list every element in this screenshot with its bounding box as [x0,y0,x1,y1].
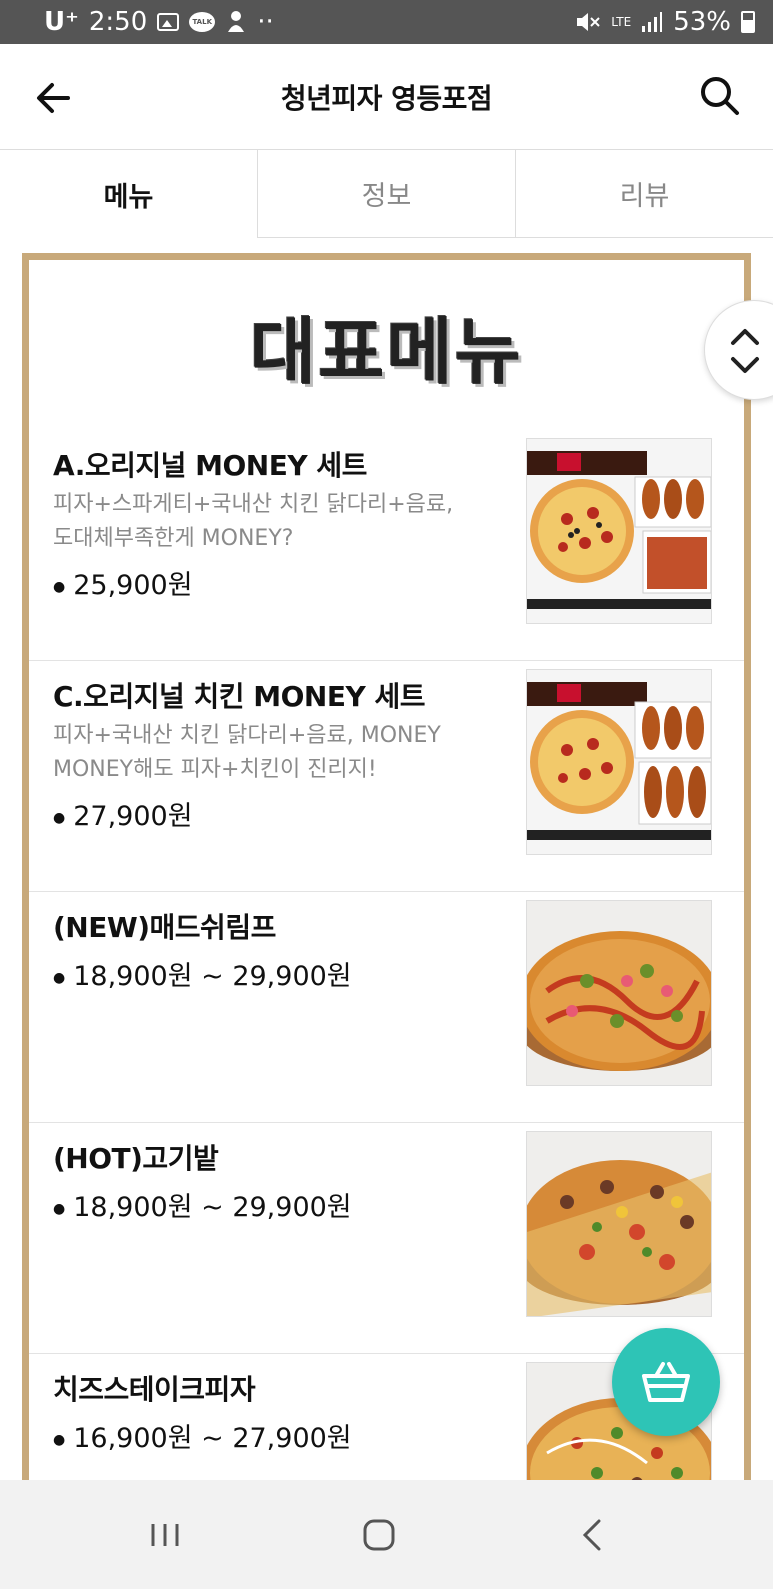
menu-item-price: ● 27,900원 [53,801,193,832]
menu-item-name: 치즈스테이크피자 [53,1373,256,1406]
menu-item-name: A.오리지널 MONEY 세트 [53,449,367,482]
menu-item-description-line: 피자+스파게티+국내산 치킨 닭다리+음료, [53,492,454,517]
battery-percent: 53% [673,7,731,37]
home-icon [363,1519,395,1551]
menu-item-price-value: 25,900원 [73,570,193,601]
meat-pizza-image [527,1132,711,1316]
shrimp-pizza-image [527,901,711,1085]
menu-item-price-value: 18,900원 ~ 29,900원 [73,1192,352,1223]
back-button[interactable] [30,74,78,122]
app-header: 청년피자 영등포점 [0,44,773,149]
menu-item-price-value: 16,900원 ~ 27,900원 [73,1423,352,1454]
menu-item-price: ● 25,900원 [53,570,193,601]
network-type: LTE [611,15,632,29]
menu-item-image [526,438,712,624]
menu-item-price: ● 18,900원 ~ 29,900원 [53,1192,352,1223]
menu-item-description-line: 도대체부족한게 MONEY? [53,526,294,551]
menu-item[interactable]: A.오리지널 MONEY 세트 피자+스파게티+국내산 치킨 닭다리+음료, 도… [29,430,744,661]
tab-reviews[interactable]: 리뷰 [515,150,773,238]
kakaotalk-notification-icon: TALK [189,12,216,32]
battery-icon [741,11,755,33]
page-title: 청년피자 영등포점 [280,81,493,115]
home-button[interactable] [354,1510,404,1560]
clock: 2:50 [88,7,148,37]
menu-item-price: ● 16,900원 ~ 27,900원 [53,1423,352,1454]
featured-menu-section: 대표메뉴 A.오리지널 MONEY 세트 피자+스파게티+국내산 치킨 닭다리+… [22,253,751,1585]
menu-item-description: 피자+국내산 치킨 닭다리+음료, MONEY MONEY해도 피자+치킨이 진… [53,719,483,787]
pizza-chicken-set-image [527,670,711,854]
menu-item-description-line: MONEY해도 피자+치킨이 진리지! [53,757,377,782]
app-notification-icon [228,11,245,32]
search-button[interactable] [696,72,744,120]
menu-item-image [526,900,712,1086]
featured-menu-heading-text: 대표메뉴 [250,308,523,394]
tab-bar: 메뉴 정보 리뷰 [0,149,773,238]
menu-item[interactable]: (NEW)매드쉬림프 ● 18,900원 ~ 29,900원 [29,892,744,1123]
cart-button[interactable] [612,1328,720,1436]
menu-item-name: (HOT)고기밭 [53,1142,219,1175]
menu-item-price-value: 27,900원 [73,801,193,832]
chevron-up-down-icon [731,329,759,373]
mute-icon [577,13,600,31]
menu-item-price-value: 18,900원 ~ 29,900원 [73,961,352,992]
system-nav-bar [0,1480,773,1589]
tab-menu[interactable]: 메뉴 [0,150,257,238]
recent-apps-icon [151,1524,179,1546]
nav-back-button[interactable] [568,1510,618,1560]
featured-menu-heading: 대표메뉴 [29,260,744,430]
menu-item-image [526,669,712,855]
signal-icon [642,12,663,32]
search-icon [701,77,739,115]
nav-back-icon [582,1519,601,1551]
menu-item-description-line: 피자+국내산 치킨 닭다리+음료, MONEY [53,723,441,748]
arrow-left-icon [37,83,70,113]
status-bar: U⁺ 2:50 TALK ·· LTE 53% [0,0,773,44]
menu-item-name: (NEW)매드쉬림프 [53,911,276,944]
menu-item[interactable]: (HOT)고기밭 ● 18,900원 ~ 29,900원 [29,1123,744,1354]
pizza-set-image [527,439,711,623]
tab-info[interactable]: 정보 [257,150,515,238]
carrier-label: U⁺ [44,7,79,37]
basket-icon [642,1362,690,1402]
menu-item[interactable]: C.오리지널 치킨 MONEY 세트 피자+국내산 치킨 닭다리+음료, MON… [29,661,744,892]
menu-item-price: ● 18,900원 ~ 29,900원 [53,961,352,992]
menu-item-description: 피자+스파게티+국내산 치킨 닭다리+음료, 도대체부족한게 MONEY? [53,488,483,556]
menu-item-name: C.오리지널 치킨 MONEY 세트 [53,680,426,713]
menu-item-image [526,1131,712,1317]
more-notifications: ·· [257,7,274,37]
recent-apps-button[interactable] [140,1510,190,1560]
gallery-notification-icon [157,13,180,31]
